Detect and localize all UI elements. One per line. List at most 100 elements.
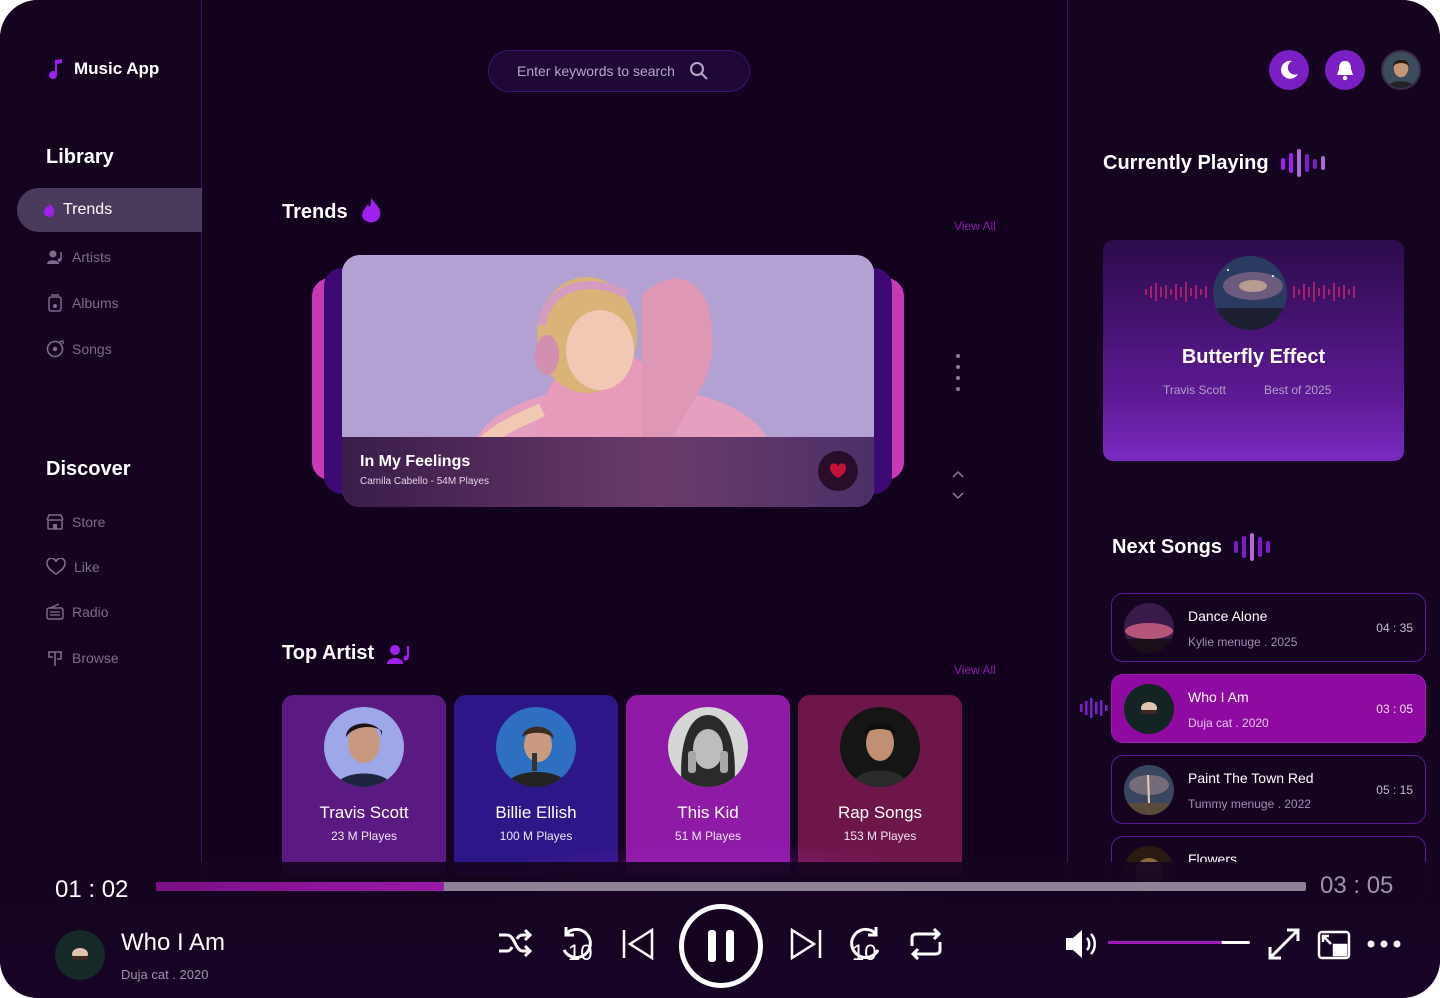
sidebar-item-label: Like	[74, 559, 100, 575]
previous-button[interactable]	[618, 924, 658, 964]
sidebar-item-songs[interactable]: Songs	[46, 340, 112, 358]
shuffle-icon	[499, 928, 533, 958]
player-thumbnail	[55, 930, 105, 980]
heart-icon	[829, 463, 847, 479]
expand-icon	[1268, 928, 1300, 960]
theme-toggle-button[interactable]	[1269, 50, 1309, 90]
equalizer-icon	[1234, 533, 1271, 561]
currently-playing-heading: Currently Playing	[1103, 149, 1325, 177]
picture-in-picture-button[interactable]	[1314, 924, 1354, 964]
trends-heading: Trends	[282, 198, 382, 226]
artist-icon	[387, 644, 410, 664]
sidebar-item-artists[interactable]: Artists	[46, 248, 111, 266]
next-song-item-active[interactable]: Who I Am Duja cat . 2020 03 : 05	[1111, 674, 1426, 743]
current-song-title: Butterfly Effect	[1181, 346, 1326, 368]
artist-name: Travis Scott	[319, 803, 409, 822]
more-options-icon[interactable]	[956, 354, 960, 398]
song-title: Dance Alone	[1188, 608, 1268, 624]
trends-title: Trends	[282, 200, 348, 223]
like-button[interactable]	[818, 451, 858, 491]
rewind-10-button[interactable]: 10	[556, 922, 596, 966]
sidebar-item-label: Browse	[72, 650, 119, 666]
sidebar: Music App Library Trends Artists Albums …	[0, 0, 202, 998]
sidebar-item-label: Artists	[72, 249, 111, 265]
trends-view-all-link[interactable]: View All	[954, 219, 996, 233]
featured-track-title: In My Feelings	[360, 453, 471, 470]
artist-plays: 23 M Playes	[330, 829, 398, 843]
music-app-window: Music App Library Trends Artists Albums …	[0, 0, 1440, 998]
song-duration: 05 : 15	[1376, 783, 1413, 797]
now-playing-indicator-icon	[1080, 698, 1108, 718]
artist-card-travis-scott[interactable]: Travis Scott 23 M Playes	[282, 695, 446, 875]
featured-track-info: In My Feelings Camila Cabello - 54M Play…	[342, 437, 874, 507]
repeat-icon	[910, 928, 942, 960]
radio-icon	[46, 603, 64, 620]
progress-fill	[156, 882, 444, 891]
player-song-title: Who I Am	[121, 929, 226, 956]
artist-icon	[47, 250, 62, 264]
player-song-subtitle: Duja cat . 2020	[121, 967, 209, 982]
right-panel: Currently Playing Butterfly Effect Travi…	[1067, 0, 1440, 998]
total-time: 03 : 05	[1320, 872, 1394, 899]
artist-name: Rap Songs	[837, 803, 923, 822]
search-placeholder: Enter keywords to search	[517, 63, 675, 79]
next-icon	[790, 927, 822, 961]
forward-icon: 10	[850, 927, 880, 964]
user-avatar[interactable]	[1381, 50, 1421, 90]
elapsed-time: 01 : 02	[55, 876, 129, 903]
album-art	[1213, 256, 1287, 330]
volume-button[interactable]	[1062, 924, 1102, 964]
currently-playing-title: Currently Playing	[1103, 151, 1269, 174]
flame-icon	[44, 203, 55, 217]
search-input[interactable]: Enter keywords to search	[488, 50, 750, 92]
next-button[interactable]	[786, 924, 826, 964]
app-logo[interactable]: Music App	[46, 58, 159, 80]
waveform-right	[1293, 282, 1355, 302]
notifications-button[interactable]	[1325, 50, 1365, 90]
top-artist-view-all-link[interactable]: View All	[954, 663, 996, 677]
sidebar-item-label: Radio	[72, 604, 109, 620]
sidebar-item-like[interactable]: Like	[46, 558, 100, 576]
sidebar-item-albums[interactable]: Albums	[46, 294, 119, 312]
forward-seconds: 10	[852, 940, 876, 964]
sidebar-item-label: Songs	[72, 341, 112, 357]
search-icon[interactable]	[689, 61, 709, 81]
moon-icon	[1281, 60, 1298, 79]
fullscreen-button[interactable]	[1264, 924, 1304, 964]
forward-10-button[interactable]: 10	[846, 922, 886, 966]
shuffle-button[interactable]	[496, 924, 534, 962]
sidebar-item-trends[interactable]: Trends	[17, 188, 202, 232]
next-song-item[interactable]: Dance Alone Kylie menuge . 2025 04 : 35	[1111, 593, 1426, 662]
chevron-down-icon[interactable]	[952, 492, 964, 500]
flame-icon	[361, 198, 380, 223]
repeat-button[interactable]	[906, 924, 946, 964]
currently-playing-card[interactable]: Butterfly Effect Travis Scott Best of 20…	[1103, 240, 1404, 461]
progress-bar[interactable]	[156, 882, 1306, 891]
avatar	[324, 707, 404, 787]
song-duration: 03 : 05	[1376, 702, 1413, 716]
chevron-up-icon[interactable]	[952, 470, 964, 478]
rewind-seconds: 10	[568, 940, 592, 964]
play-pause-button[interactable]	[679, 904, 763, 988]
song-title: Paint The Town Red	[1188, 770, 1314, 786]
sidebar-item-label: Albums	[72, 295, 119, 311]
song-subtitle: Duja cat . 2020	[1188, 716, 1269, 730]
song-duration: 04 : 35	[1376, 621, 1413, 635]
sidebar-item-browse[interactable]: Browse	[46, 649, 119, 667]
artist-name: Billie Ellish	[495, 803, 577, 822]
pause-icon	[708, 930, 734, 962]
music-note-icon	[49, 59, 62, 79]
sidebar-item-radio[interactable]: Radio	[46, 603, 109, 621]
more-options-button[interactable]	[1364, 924, 1404, 964]
bell-icon	[1337, 61, 1353, 81]
featured-track-card[interactable]: In My Feelings Camila Cabello - 54M Play…	[342, 255, 874, 507]
next-songs-heading: Next Songs	[1112, 533, 1278, 561]
next-song-item[interactable]: Paint The Town Red Tummy menuge . 2022 0…	[1111, 755, 1426, 824]
next-songs-title: Next Songs	[1112, 535, 1223, 558]
volume-slider[interactable]	[1108, 941, 1250, 944]
song-subtitle: Tummy menuge . 2022	[1188, 797, 1311, 811]
song-thumbnail	[1124, 603, 1174, 653]
equalizer-icon	[1280, 149, 1325, 177]
sidebar-item-store[interactable]: Store	[46, 513, 105, 531]
song-subtitle: Kylie menuge . 2025	[1188, 635, 1298, 649]
